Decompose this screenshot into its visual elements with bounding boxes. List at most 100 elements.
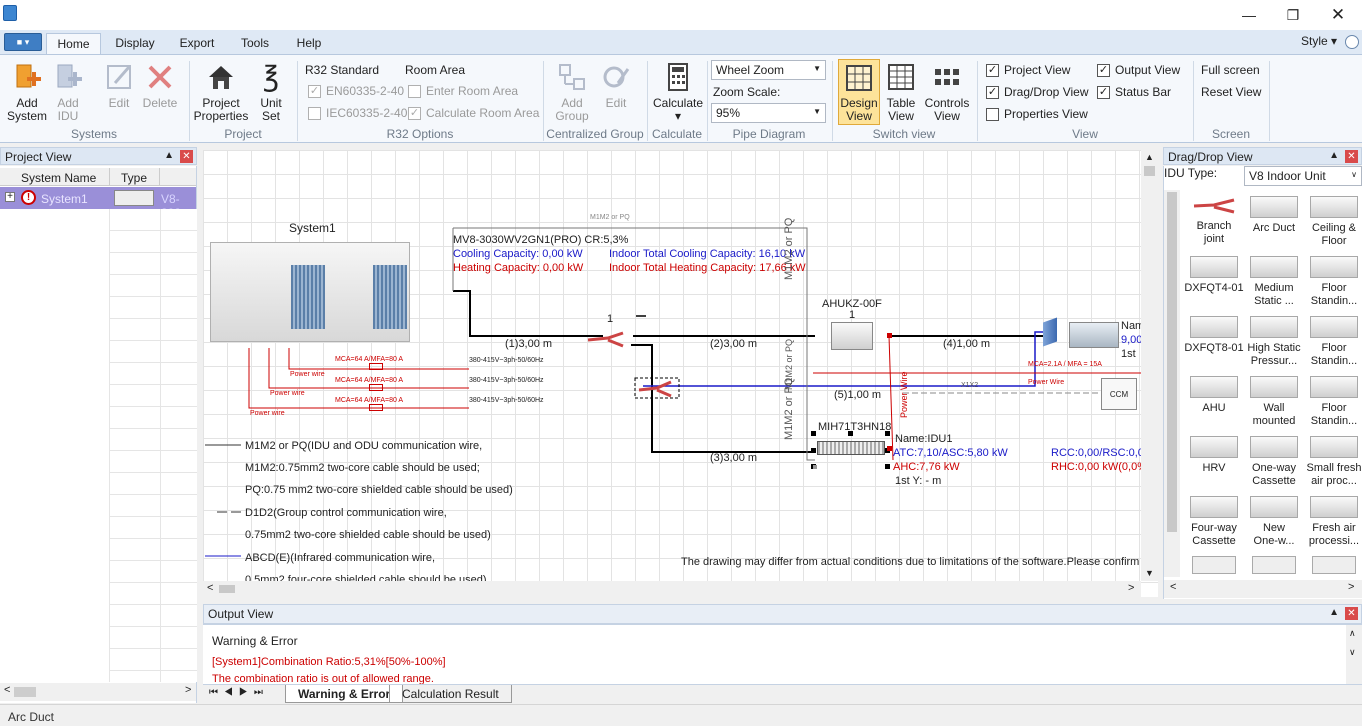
quick-access-menu-button[interactable]: ■ ▾ bbox=[4, 33, 42, 51]
palette-item[interactable]: Floor Standin... bbox=[1304, 376, 1362, 428]
pin-icon[interactable]: ▲ bbox=[1329, 607, 1339, 618]
column-header-type[interactable]: Type bbox=[121, 171, 147, 185]
tab-export[interactable]: Export bbox=[172, 33, 222, 54]
scroll-thumb[interactable] bbox=[14, 687, 36, 697]
edit-group-button[interactable]: Edit bbox=[598, 61, 634, 110]
tab-home[interactable]: Home bbox=[46, 33, 101, 54]
palette-hscrollbar[interactable]: < > bbox=[1164, 580, 1362, 598]
scroll-up-icon[interactable]: ▲ bbox=[1145, 152, 1154, 162]
palette-item[interactable]: Four-way Cassette bbox=[1184, 496, 1244, 548]
palette-item[interactable]: High Static Pressur... bbox=[1244, 316, 1304, 368]
project-view-checkbox[interactable]: ✓ Project View bbox=[986, 63, 1070, 77]
palette-item[interactable]: DXFQT4-01 bbox=[1184, 256, 1244, 295]
palette-item[interactable]: Small fresh air proc... bbox=[1304, 436, 1362, 488]
column-header-system-name[interactable]: System Name bbox=[21, 171, 96, 185]
palette-item[interactable]: Wall mounted bbox=[1244, 376, 1304, 428]
table-row[interactable]: + ! System1 V8-303 bbox=[0, 187, 196, 220]
palette-item[interactable]: Floor Standin... bbox=[1304, 256, 1362, 308]
idu-type-select[interactable]: V8 Indoor Unit ∨ bbox=[1244, 166, 1362, 186]
palette-item-partial[interactable] bbox=[1252, 556, 1296, 574]
drag-drop-view-checkbox[interactable]: ✓ Drag/Drop View bbox=[986, 85, 1088, 99]
palette-item[interactable]: DXFQT8-01 bbox=[1184, 316, 1244, 355]
add-group-button[interactable]: Add Group bbox=[550, 61, 594, 123]
scroll-down-icon[interactable]: ▼ bbox=[1145, 568, 1154, 578]
palette-scrollbar[interactable] bbox=[1164, 190, 1180, 577]
scroll-right-icon[interactable]: > bbox=[1128, 582, 1134, 594]
horizontal-scrollbar[interactable]: < > bbox=[0, 683, 196, 701]
pipe-diagram-canvas[interactable]: System1 M1M2 or PQ MV8-3030WV2GN1(PRO) C… bbox=[203, 150, 1158, 597]
close-pane-button[interactable]: ✕ bbox=[180, 150, 193, 163]
close-button[interactable]: ✕ bbox=[1316, 3, 1360, 27]
add-idu-button[interactable]: Add IDU bbox=[50, 61, 86, 123]
scroll-left-icon[interactable]: < bbox=[4, 684, 10, 696]
close-pane-button[interactable]: ✕ bbox=[1345, 150, 1358, 163]
reset-view-button[interactable]: Reset View bbox=[1201, 85, 1261, 99]
edit-system-button[interactable]: Edit bbox=[100, 61, 138, 110]
tab-nav-icons[interactable]: ⏮◀▶⏭ bbox=[209, 687, 269, 698]
controls-view-button[interactable]: Controls View bbox=[922, 61, 972, 123]
zoom-scale-select[interactable]: 95% ▼ bbox=[711, 103, 826, 123]
ahu-kit-image[interactable] bbox=[831, 322, 873, 350]
palette-item[interactable]: Branch joint bbox=[1184, 196, 1244, 246]
odu-unit-image[interactable] bbox=[210, 242, 410, 342]
palette-item-partial[interactable] bbox=[1312, 556, 1356, 574]
scroll-left-icon[interactable]: < bbox=[1170, 581, 1176, 593]
help-icon[interactable] bbox=[1345, 35, 1359, 49]
palette-item[interactable]: HRV bbox=[1184, 436, 1244, 475]
table-view-button[interactable]: Table View bbox=[882, 61, 920, 123]
scroll-down-icon[interactable]: ∨ bbox=[1349, 647, 1356, 658]
pipe-length-3[interactable]: (3)3,00 m bbox=[710, 452, 757, 464]
tab-display[interactable]: Display bbox=[108, 33, 162, 54]
tab-tools[interactable]: Tools bbox=[232, 33, 278, 54]
calculate-room-area-checkbox[interactable]: ✓ Calculate Room Area bbox=[408, 106, 539, 120]
properties-view-checkbox[interactable]: Properties View bbox=[986, 107, 1088, 121]
arc-duct-idu-image[interactable] bbox=[817, 441, 885, 455]
palette-item[interactable]: One-way Cassette bbox=[1244, 436, 1304, 488]
status-bar-checkbox[interactable]: ✓ Status Bar bbox=[1097, 85, 1171, 99]
scroll-thumb[interactable] bbox=[219, 585, 235, 593]
scroll-thumb[interactable] bbox=[1167, 192, 1177, 532]
canvas-vertical-scrollbar[interactable]: ▲ ▼ bbox=[1141, 150, 1158, 581]
full-screen-button[interactable]: Full screen bbox=[1201, 63, 1260, 77]
close-pane-button[interactable]: ✕ bbox=[1345, 607, 1358, 620]
tab-help[interactable]: Help bbox=[288, 33, 330, 54]
palette-item[interactable]: Medium Static ... bbox=[1244, 256, 1304, 308]
palette-item-partial[interactable] bbox=[1192, 556, 1236, 574]
ahu-unit-image[interactable] bbox=[1069, 322, 1119, 348]
pipe-length-1[interactable]: (1)3,00 m bbox=[505, 338, 552, 350]
palette-item[interactable]: Arc Duct bbox=[1244, 196, 1304, 235]
tab-warning-error[interactable]: Warning & Error bbox=[285, 685, 404, 703]
unit-set-button[interactable]: ℥ Unit Set bbox=[253, 61, 289, 123]
minimize-button[interactable]: — bbox=[1227, 3, 1271, 27]
tab-calculation-result[interactable]: Calculation Result bbox=[389, 685, 512, 703]
add-system-button[interactable]: Add System bbox=[6, 61, 48, 123]
scroll-right-icon[interactable]: > bbox=[185, 684, 191, 696]
pin-icon[interactable]: ▲ bbox=[164, 150, 174, 161]
scroll-right-icon[interactable]: > bbox=[1348, 581, 1354, 593]
pin-icon[interactable]: ▲ bbox=[1329, 150, 1339, 161]
scroll-thumb[interactable] bbox=[1144, 166, 1155, 176]
canvas-horizontal-scrollbar[interactable]: < > bbox=[203, 581, 1141, 597]
iec60335-checkbox[interactable]: IEC60335-2-40 bbox=[308, 106, 407, 120]
filter-unit-image[interactable] bbox=[1043, 317, 1057, 347]
scroll-up-icon[interactable]: ∧ bbox=[1349, 628, 1356, 639]
output-view-checkbox[interactable]: ✓ Output View bbox=[1097, 63, 1180, 77]
palette-item[interactable]: New One-w... bbox=[1244, 496, 1304, 548]
style-menu[interactable]: Style ▾ bbox=[1301, 34, 1337, 48]
calculate-button[interactable]: Calculate ▾ bbox=[652, 61, 704, 123]
palette-item[interactable]: Ceiling & Floor bbox=[1304, 196, 1362, 248]
project-properties-button[interactable]: Project Properties bbox=[193, 61, 249, 123]
app-icon[interactable] bbox=[3, 5, 17, 21]
en60335-checkbox[interactable]: ✓ EN60335-2-40 bbox=[308, 84, 404, 98]
delete-system-button[interactable]: Delete bbox=[140, 61, 180, 110]
palette-item[interactable]: Floor Standin... bbox=[1304, 316, 1362, 368]
pipe-length-2[interactable]: (2)3,00 m bbox=[710, 338, 757, 350]
design-view-button[interactable]: Design View bbox=[838, 59, 880, 125]
palette-item[interactable]: AHU bbox=[1184, 376, 1244, 415]
pipe-length-5[interactable]: (5)1,00 m bbox=[834, 389, 881, 401]
output-scrollbar[interactable]: ∧ ∨ bbox=[1346, 625, 1362, 685]
enter-room-area-checkbox[interactable]: Enter Room Area bbox=[408, 84, 518, 98]
expand-icon[interactable]: + bbox=[5, 192, 15, 202]
pipe-length-4[interactable]: (4)1,00 m bbox=[943, 338, 990, 350]
maximize-button[interactable]: ❐ bbox=[1271, 3, 1315, 27]
